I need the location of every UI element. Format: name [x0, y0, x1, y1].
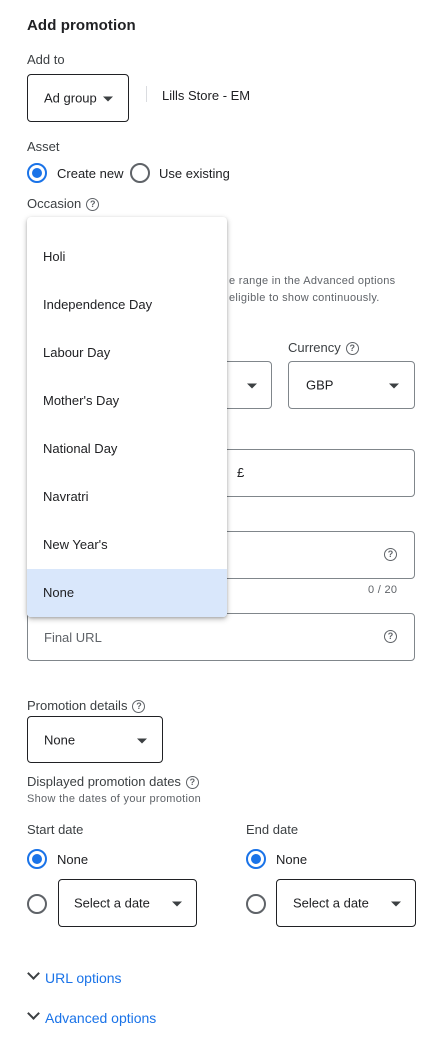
create-new-radio[interactable] — [27, 163, 47, 183]
help-circle-icon[interactable]: ? — [345, 342, 359, 356]
displayed-dates-subtitle: Show the dates of your promotion — [27, 793, 202, 805]
menu-item-national-day[interactable]: National Day — [27, 425, 227, 473]
promotion-details-select[interactable]: None — [27, 716, 163, 763]
end-date-label: End date — [246, 822, 299, 837]
chevron-down-icon — [27, 967, 40, 980]
start-date-select[interactable]: Select a date — [58, 879, 197, 927]
start-date-select-radio[interactable] — [27, 894, 47, 914]
add-to-select[interactable]: Ad group — [27, 74, 129, 122]
advanced-options-link: Advanced options — [45, 1010, 157, 1026]
occasion-hint-line2: eligible to show continuously. — [229, 292, 380, 304]
menu-item-independence-day[interactable]: Independence Day — [27, 281, 227, 329]
item-char-count: 0 / 20 — [368, 584, 398, 596]
menu-item-new-years[interactable]: New Year's — [27, 521, 227, 569]
help-circle-icon[interactable]: ? — [86, 198, 100, 212]
occasion-label: Occasion? — [27, 196, 100, 212]
start-date-none-label: None — [57, 852, 89, 867]
url-options-toggle[interactable]: URL options — [25, 967, 165, 990]
chevron-down-icon — [137, 738, 147, 743]
end-date-none-label: None — [276, 852, 308, 867]
chevron-down-icon — [389, 383, 399, 389]
use-existing-label: Use existing — [159, 166, 230, 181]
end-date-select[interactable]: Select a date — [276, 879, 416, 927]
chevron-down-icon — [103, 96, 113, 102]
menu-item-holi[interactable]: Holi — [27, 233, 227, 281]
displayed-dates-label-text: Displayed promotion dates — [27, 774, 181, 789]
divider — [146, 86, 147, 102]
create-new-label: Create new — [57, 166, 124, 181]
menu-item-mothers-day[interactable]: Mother's Day — [27, 377, 227, 425]
promotion-details-value: None — [44, 732, 76, 747]
page-title: Add promotion — [27, 17, 136, 34]
displayed-dates-label: Displayed promotion dates? — [27, 774, 199, 790]
promotion-details-label-text: Promotion details — [27, 698, 128, 713]
url-options-link: URL options — [45, 970, 122, 986]
start-date-select-value: Select a date — [74, 895, 150, 911]
currency-select[interactable]: GBP — [288, 361, 415, 409]
help-circle-icon[interactable]: ? — [384, 630, 397, 643]
start-date-label: Start date — [27, 822, 84, 837]
add-to-select-value: Ad group — [44, 90, 97, 106]
currency-label: Currency? — [288, 340, 359, 356]
currency-label-text: Currency — [288, 340, 341, 355]
chevron-down-icon — [247, 383, 257, 389]
end-date-select-value: Select a date — [293, 895, 369, 911]
help-circle-icon[interactable]: ? — [384, 548, 397, 561]
menu-item-labour-day[interactable]: Labour Day — [27, 329, 227, 377]
promotion-details-label: Promotion details? — [27, 698, 146, 714]
advanced-options-toggle[interactable]: Advanced options — [25, 1007, 195, 1030]
help-circle-icon[interactable]: ? — [132, 700, 146, 714]
final-url-placeholder: Final URL — [44, 630, 102, 645]
chevron-down-icon — [27, 1007, 40, 1020]
chevron-down-icon — [172, 901, 182, 907]
end-date-select-radio[interactable] — [246, 894, 266, 914]
menu-item-none[interactable]: None — [27, 569, 227, 617]
add-to-target: Lills Store - EM — [162, 88, 251, 103]
occasion-hint-line1: e range in the Advanced options — [229, 275, 396, 287]
final-url-field[interactable]: Final URL ? — [27, 613, 415, 661]
end-date-none-radio[interactable] — [246, 849, 266, 869]
help-circle-icon[interactable]: ? — [185, 776, 199, 790]
currency-select-value: GBP — [306, 377, 334, 393]
currency-prefix: £ — [237, 465, 245, 480]
asset-label: Asset — [27, 139, 60, 154]
occasion-dropdown-menu: Holi Independence Day Labour Day Mother'… — [27, 217, 227, 617]
chevron-down-icon — [391, 901, 401, 907]
start-date-none-radio[interactable] — [27, 849, 47, 869]
add-to-label: Add to — [27, 52, 65, 67]
use-existing-radio[interactable] — [130, 163, 150, 183]
occasion-label-text: Occasion — [27, 196, 82, 211]
menu-item-navratri[interactable]: Navratri — [27, 473, 227, 521]
